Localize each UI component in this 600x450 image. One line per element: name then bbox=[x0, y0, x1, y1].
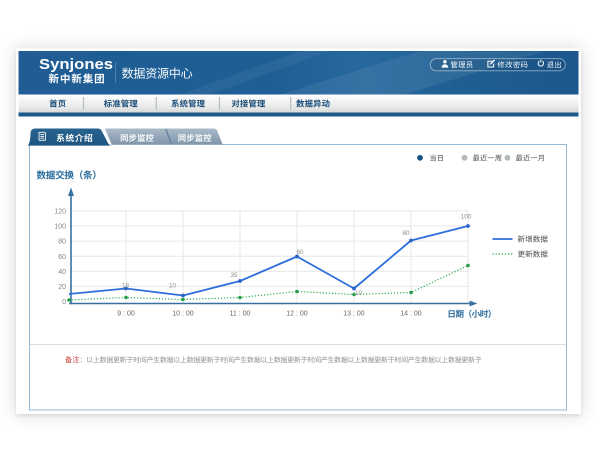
svg-text:100: 100 bbox=[461, 214, 472, 221]
svg-text:14 : 00: 14 : 00 bbox=[400, 311, 422, 318]
svg-text:20: 20 bbox=[58, 284, 66, 291]
svg-text:80: 80 bbox=[58, 239, 66, 246]
svg-text:18: 18 bbox=[122, 282, 130, 289]
svg-text:40: 40 bbox=[58, 269, 66, 276]
svg-text:60: 60 bbox=[296, 249, 304, 256]
svg-text:120: 120 bbox=[54, 209, 66, 216]
svg-text:0: 0 bbox=[62, 299, 66, 306]
svg-text:12 : 00: 12 : 00 bbox=[286, 311, 308, 318]
svg-text:9 : 00: 9 : 00 bbox=[117, 311, 135, 318]
svg-text:10: 10 bbox=[355, 290, 363, 297]
svg-text:80: 80 bbox=[402, 230, 410, 237]
svg-text:13 : 00: 13 : 00 bbox=[343, 311, 365, 318]
svg-text:10 : 00: 10 : 00 bbox=[172, 311, 194, 318]
svg-text:35: 35 bbox=[230, 272, 238, 279]
svg-text:60: 60 bbox=[58, 254, 66, 261]
svg-text:11 : 00: 11 : 00 bbox=[230, 311, 251, 318]
svg-text:10: 10 bbox=[169, 282, 177, 289]
svg-text:100: 100 bbox=[54, 224, 66, 231]
svg-text:Synjones: Synjones bbox=[39, 57, 113, 73]
